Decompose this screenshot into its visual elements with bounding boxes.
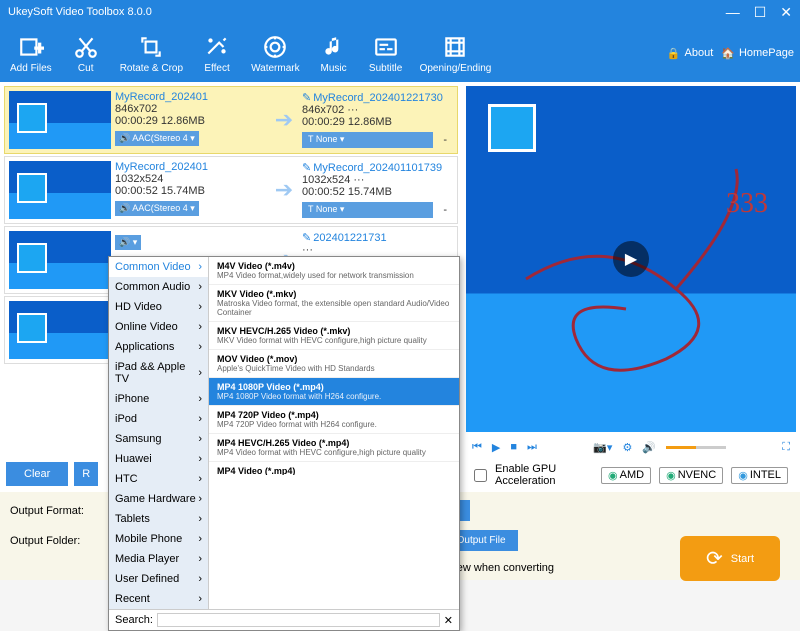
- add-icon: [17, 33, 45, 61]
- next-icon[interactable]: ⏭: [527, 441, 537, 454]
- fullscreen-icon[interactable]: ⛶: [782, 441, 790, 454]
- clear-button[interactable]: Clear: [6, 462, 68, 486]
- format-option[interactable]: MKV HEVC/H.265 Video (*.mkv)MKV Video fo…: [209, 322, 459, 350]
- output-folder-label: Output Folder:: [10, 535, 110, 547]
- thumbnail: [9, 91, 111, 149]
- arrow-icon: ➔: [266, 91, 302, 149]
- opening-ending-button[interactable]: Opening/Ending: [416, 31, 496, 76]
- annotation-333: 333: [726, 188, 768, 220]
- thumbnail: [9, 301, 111, 359]
- lock-icon: 🔒: [667, 47, 681, 60]
- refresh-icon: ⟳: [706, 546, 723, 571]
- category-item[interactable]: Game Hardware›: [109, 489, 208, 509]
- category-item[interactable]: Samsung›: [109, 429, 208, 449]
- category-item[interactable]: iPod›: [109, 409, 208, 429]
- watermark-button[interactable]: Watermark: [247, 31, 304, 76]
- close-dropdown-icon[interactable]: ✕: [444, 614, 453, 627]
- titlebar: UkeySoft Video Toolbox 8.0.0 — ☐ ✕: [0, 0, 800, 24]
- app-title: UkeySoft Video Toolbox 8.0.0: [8, 6, 152, 18]
- search-input[interactable]: [157, 613, 440, 627]
- category-item[interactable]: Recent›: [109, 589, 208, 609]
- subtitle-selector[interactable]: T None ▾: [302, 202, 433, 218]
- cut-button[interactable]: Cut: [64, 31, 108, 76]
- home-icon: 🏠: [721, 47, 735, 60]
- cut-icon: [72, 33, 100, 61]
- stop-icon[interactable]: ■: [510, 441, 517, 453]
- category-item[interactable]: Common Audio›: [109, 277, 208, 297]
- category-item[interactable]: User Defined›: [109, 569, 208, 589]
- subtitle-selector[interactable]: T None ▾: [302, 132, 433, 148]
- category-item[interactable]: Mobile Phone›: [109, 529, 208, 549]
- close-icon[interactable]: ✕: [780, 4, 792, 21]
- effect-button[interactable]: Effect: [195, 31, 239, 76]
- format-dropdown: Common Video›Common Audio›HD Video›Onlin…: [108, 256, 460, 631]
- snapshot-icon[interactable]: 📷▾: [593, 441, 612, 454]
- category-item[interactable]: HTC›: [109, 469, 208, 489]
- category-item[interactable]: HD Video›: [109, 297, 208, 317]
- add-files-button[interactable]: Add Files: [6, 31, 56, 76]
- toolbar: Add Files Cut Rotate & Crop Effect Water…: [0, 24, 800, 82]
- gpu-row: Enable GPU Acceleration ◉AMD ◉NVENC ◉INT…: [466, 462, 796, 488]
- audio-selector[interactable]: 🔊 AAC(Stereo 4 ▾: [115, 201, 199, 216]
- intel-badge[interactable]: ◉INTEL: [731, 467, 788, 484]
- start-button[interactable]: ⟳ Start: [680, 536, 780, 581]
- edit-icon[interactable]: ✎: [302, 91, 311, 104]
- format-option[interactable]: MOV Video (*.mov)Apple's QuickTime Video…: [209, 350, 459, 378]
- dropdown-categories: Common Video›Common Audio›HD Video›Onlin…: [109, 257, 209, 609]
- category-item[interactable]: Huawei›: [109, 449, 208, 469]
- category-item[interactable]: Common Video›: [109, 257, 208, 277]
- arrow-icon: ➔: [266, 161, 302, 219]
- format-option[interactable]: MP4 HEVC/H.265 Video (*.mp4)MP4 Video fo…: [209, 434, 459, 462]
- gpu-label: Enable GPU Acceleration: [495, 463, 585, 487]
- maximize-icon[interactable]: ☐: [754, 4, 767, 21]
- dropdown-options: M4V Video (*.m4v)MP4 Video format,widely…: [209, 257, 459, 475]
- thumbnail: [9, 231, 111, 289]
- thumbnail: [9, 161, 111, 219]
- audio-selector[interactable]: 🔊 AAC(Stereo 4 ▾: [115, 131, 199, 146]
- audio-selector[interactable]: 🔊 ▾: [115, 235, 141, 250]
- file-item[interactable]: MyRecord_2024011032x52400:00:52 15.74MB …: [4, 156, 458, 224]
- format-option[interactable]: M4V Video (*.m4v)MP4 Video format,widely…: [209, 257, 459, 285]
- minimize-icon[interactable]: —: [726, 4, 740, 21]
- homepage-link[interactable]: 🏠HomePage: [721, 47, 794, 60]
- subtitle-icon: [372, 33, 400, 61]
- file-item[interactable]: MyRecord_202401846x70200:00:29 12.86MB 🔊…: [4, 86, 458, 154]
- play-button-icon[interactable]: ▶: [492, 441, 500, 454]
- gpu-checkbox[interactable]: [474, 469, 487, 482]
- rotate-crop-button[interactable]: Rotate & Crop: [116, 31, 187, 76]
- category-item[interactable]: Online Video›: [109, 317, 208, 337]
- settings-icon[interactable]: ⚙: [622, 441, 632, 454]
- rotate-icon: [137, 33, 165, 61]
- format-option[interactable]: MKV Video (*.mkv)Matroska Video format, …: [209, 285, 459, 322]
- film-icon: [441, 33, 469, 61]
- format-option[interactable]: MP4 Video (*.mp4)MP4 Video format with H…: [209, 462, 459, 475]
- format-option[interactable]: MP4 720P Video (*.mp4)MP4 720P Video for…: [209, 406, 459, 434]
- category-item[interactable]: iPad && Apple TV›: [109, 357, 208, 389]
- nvenc-badge[interactable]: ◉NVENC: [659, 467, 723, 484]
- search-label: Search:: [115, 614, 153, 626]
- watermark-icon: [261, 33, 289, 61]
- about-link[interactable]: 🔒About: [667, 47, 713, 60]
- category-item[interactable]: iPhone›: [109, 389, 208, 409]
- media-controls: ⏮ ▶ ■ ⏭ 📷▾ ⚙ 🔊 ⛶: [466, 432, 796, 462]
- play-icon[interactable]: ▶: [613, 241, 649, 277]
- amd-badge[interactable]: ◉AMD: [601, 467, 651, 484]
- subtitle-button[interactable]: Subtitle: [364, 31, 408, 76]
- format-option[interactable]: MP4 1080P Video (*.mp4)MP4 1080P Video f…: [209, 378, 459, 406]
- category-item[interactable]: Media Player›: [109, 549, 208, 569]
- output-format-label: Output Format:: [10, 505, 110, 517]
- music-button[interactable]: Music: [312, 31, 356, 76]
- music-icon: [320, 33, 348, 61]
- volume-icon[interactable]: 🔊: [642, 441, 656, 454]
- edit-icon[interactable]: ✎: [302, 161, 311, 174]
- edit-icon[interactable]: ✎: [302, 231, 311, 244]
- category-item[interactable]: Tablets›: [109, 509, 208, 529]
- prev-icon[interactable]: ⏮: [472, 441, 482, 454]
- category-item[interactable]: Applications›: [109, 337, 208, 357]
- video-preview[interactable]: 333 ▶: [466, 86, 796, 432]
- volume-slider[interactable]: [666, 446, 726, 449]
- effect-icon: [203, 33, 231, 61]
- r-button[interactable]: R: [74, 462, 98, 486]
